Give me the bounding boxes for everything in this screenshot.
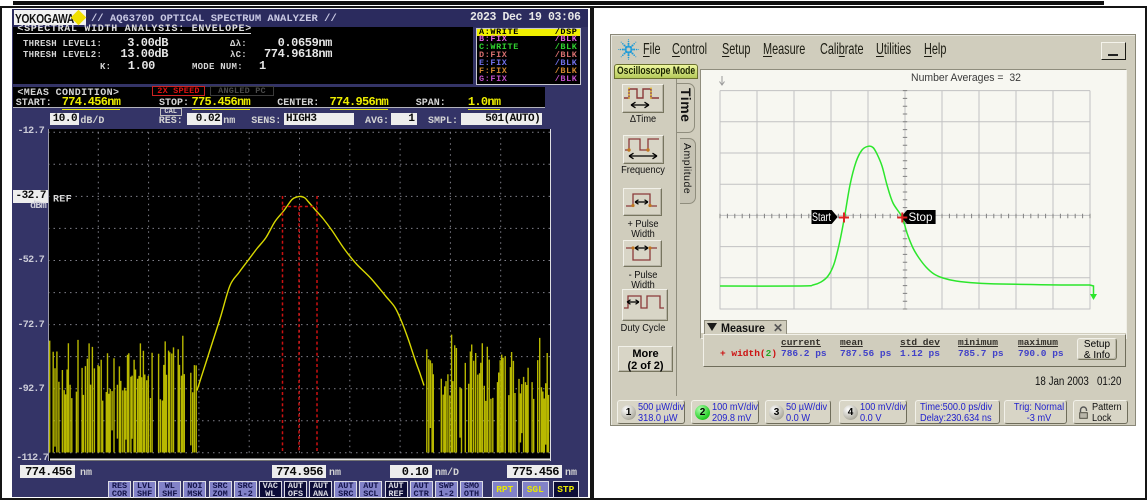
svg-text:Stop: Stop	[909, 212, 933, 224]
svg-text:Start: Start	[812, 212, 832, 224]
svg-text:REF: REF	[53, 194, 72, 205]
